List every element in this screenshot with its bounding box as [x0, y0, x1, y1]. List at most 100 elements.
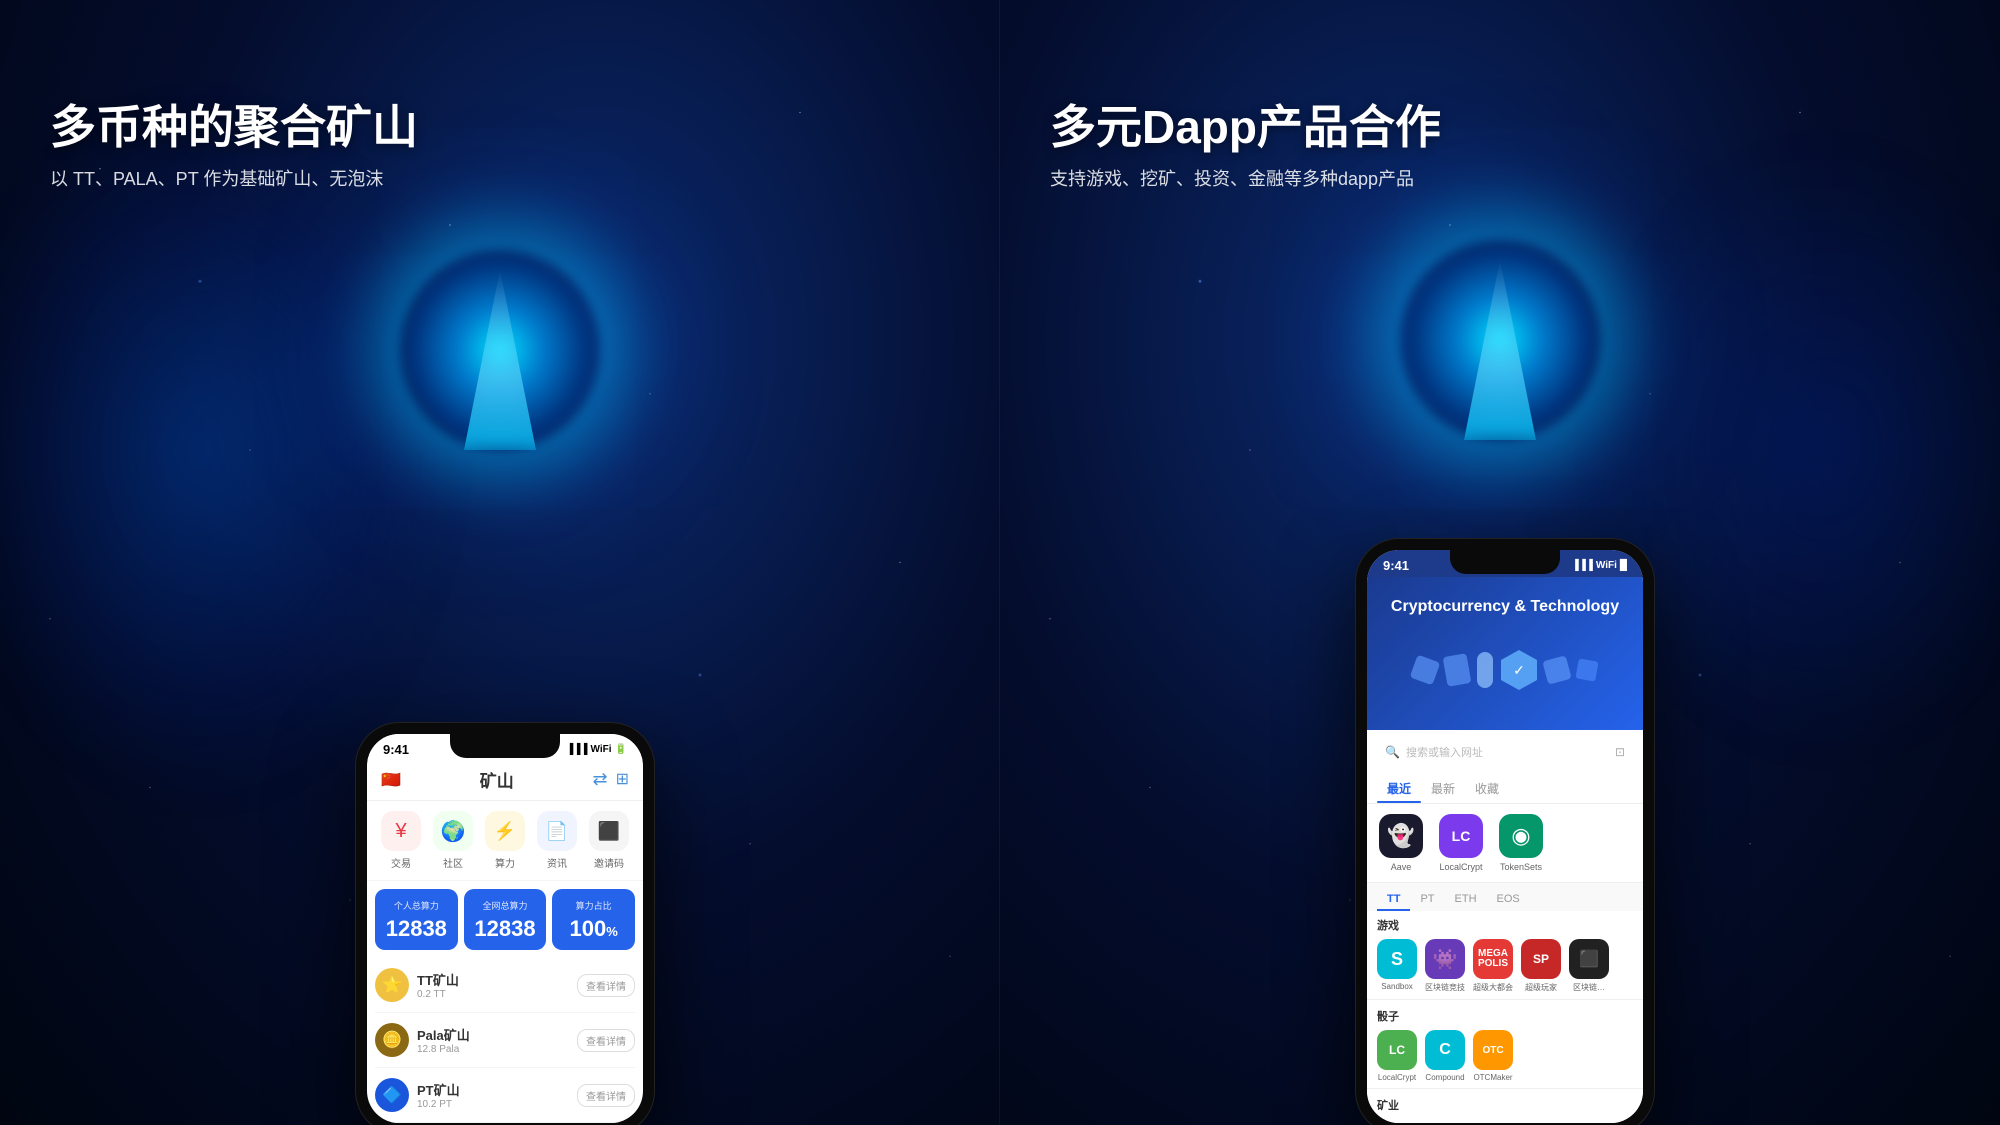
cube-mid-left: [1443, 653, 1472, 687]
app-megapolis[interactable]: MEGAPOLIS 超级大都会: [1473, 939, 1513, 993]
dapp-title: Cryptocurrency & Technology: [1381, 597, 1629, 618]
left-flame: [440, 270, 560, 450]
tokensets-icon: ◉: [1499, 814, 1543, 858]
app-otcmaker[interactable]: OTC OTCMaker: [1473, 1030, 1513, 1082]
tab-favorites[interactable]: 收藏: [1465, 774, 1509, 803]
mining-pt-left: 🔷 PT矿山 10.2 PT: [375, 1078, 460, 1112]
right-title-block: 多元Dapp产品合作 支持游戏、挖矿、投资、金融等多种dapp产品: [1050, 100, 1441, 191]
stats-grid: 个人总算力 12838 全网总算力 12838 算力占比 100%: [367, 881, 643, 958]
blockchain-other-label: 区块链…: [1573, 982, 1605, 993]
app-super-player[interactable]: SP 超级玩家: [1521, 939, 1561, 993]
tt-name: TT矿山: [417, 970, 459, 989]
dice-section: 骰子 LC LocalCrypt C Compound OTC OTCMaker: [1367, 999, 1643, 1088]
app-localcrypt2[interactable]: LC LocalCrypt: [1377, 1030, 1417, 1082]
menu-item-hashrate[interactable]: ⚡ 算力: [485, 811, 525, 870]
dice-label: 骰子: [1377, 1008, 1633, 1024]
app-compound[interactable]: C Compound: [1425, 1030, 1465, 1082]
cube-right: [1542, 655, 1571, 684]
right-phone-wrapper: 9:41 ▐▐▐ WiFi █ Cryptocurrency & Technol…: [1355, 538, 1645, 1125]
left-subtitle: 以 TT、PALA、PT 作为基础矿山、无泡沫: [50, 165, 418, 191]
right-panel: 多元Dapp产品合作 支持游戏、挖矿、投资、金融等多种dapp产品 9:41 ▐…: [1000, 0, 2000, 1125]
tab-recent[interactable]: 最近: [1377, 774, 1421, 803]
pala-amount: 12.8 Pala: [417, 1044, 470, 1055]
app-blockchain-other[interactable]: ⬛ 区块链…: [1569, 939, 1609, 993]
dice-row: LC LocalCrypt C Compound OTC OTCMaker: [1377, 1030, 1633, 1082]
pala-detail-btn[interactable]: 查看详情: [577, 1029, 635, 1052]
right-main-title: 多元Dapp产品合作: [1050, 100, 1441, 155]
invite-label: 邀请码: [594, 855, 624, 870]
dapp-illustration: ✓: [1381, 626, 1629, 706]
recent-localcrypt[interactable]: LC LocalCrypt: [1439, 814, 1483, 872]
qr-icon[interactable]: ⊡: [1615, 745, 1625, 759]
stat-ratio-value: 100%: [560, 918, 627, 940]
signal-icon: ▐▐▐: [566, 744, 587, 755]
shield: ✓: [1501, 650, 1537, 690]
recent-tokensets[interactable]: ◉ TokenSets: [1499, 814, 1543, 872]
figure: [1477, 652, 1493, 688]
stat-network-value: 12838: [472, 918, 539, 940]
app-sandbox[interactable]: S Sandbox: [1377, 939, 1417, 993]
cat-tt[interactable]: TT: [1377, 889, 1410, 911]
cat-eos[interactable]: EOS: [1487, 889, 1530, 911]
stat-ratio-label: 算力占比: [560, 899, 627, 912]
blockchain-game-label: 区块链竞技: [1425, 982, 1465, 993]
app-blockchain-game[interactable]: 👾 区块链竞技: [1425, 939, 1465, 993]
aave-icon: 👻: [1379, 814, 1423, 858]
grid-icon[interactable]: ⊞: [616, 769, 629, 790]
right-subtitle: 支持游戏、挖矿、投资、金融等多种dapp产品: [1050, 165, 1441, 191]
menu-item-trade[interactable]: ¥ 交易: [381, 811, 421, 870]
mining-list: ⭐ TT矿山 0.2 TT 查看详情 🪙 Pala矿山: [367, 958, 643, 1123]
dapp-nav-tabs: 最近 最新 收藏: [1367, 774, 1643, 804]
tab-latest[interactable]: 最新: [1421, 774, 1465, 803]
localcrypt2-label: LocalCrypt: [1378, 1073, 1416, 1082]
right-wifi-icon: WiFi: [1596, 560, 1617, 571]
search-placeholder-text: 搜索或输入网址: [1406, 744, 1609, 760]
tokensets-label: TokenSets: [1500, 862, 1542, 872]
tt-amount: 0.2 TT: [417, 989, 459, 1000]
pt-detail-btn[interactable]: 查看详情: [577, 1084, 635, 1107]
aave-label: Aave: [1391, 862, 1412, 872]
megapolis-icon: MEGAPOLIS: [1473, 939, 1513, 979]
left-notch: [450, 734, 560, 758]
flag-icon: 🇨🇳: [381, 770, 401, 790]
blockchain-game-icon: 👾: [1425, 939, 1465, 979]
dapp-search-bar[interactable]: 🔍 搜索或输入网址 ⊡: [1375, 738, 1635, 766]
cat-pt[interactable]: PT: [1410, 889, 1444, 911]
menu-item-community[interactable]: 🌍 社区: [433, 811, 473, 870]
search-icon: 🔍: [1385, 745, 1400, 759]
sandbox-label: Sandbox: [1381, 982, 1413, 991]
swap-icon[interactable]: ⇄: [592, 769, 607, 790]
menu-item-invite[interactable]: ⬛ 邀请码: [589, 811, 629, 870]
left-title-block: 多币种的聚合矿山 以 TT、PALA、PT 作为基础矿山、无泡沫: [50, 100, 418, 191]
tt-detail-btn[interactable]: 查看详情: [577, 974, 635, 997]
stat-personal-label: 个人总算力: [383, 899, 450, 912]
right-screen: 9:41 ▐▐▐ WiFi █ Cryptocurrency & Technol…: [1367, 550, 1643, 1123]
stat-network: 全网总算力 12838: [464, 889, 547, 950]
mining-nav: 🇨🇳 矿山 ⇄ ⊞: [367, 761, 643, 801]
community-icon: 🌍: [433, 811, 473, 851]
left-panel: 多币种的聚合矿山 以 TT、PALA、PT 作为基础矿山、无泡沫 9:41 ▐▐…: [0, 0, 1000, 1125]
cat-eth[interactable]: ETH: [1445, 889, 1487, 911]
otcmaker-icon: OTC: [1473, 1030, 1513, 1070]
games-section: 游戏 S Sandbox 👾 区块链竞技 MEGAPOLIS: [1367, 911, 1643, 999]
trade-label: 交易: [391, 855, 411, 870]
recent-aave[interactable]: 👻 Aave: [1379, 814, 1423, 872]
right-signal-icon: ▐▐▐: [1572, 560, 1593, 571]
tt-logo: ⭐: [375, 968, 409, 1002]
quick-menu: ¥ 交易 🌍 社区 ⚡ 算力: [367, 801, 643, 881]
localcrypt2-icon: LC: [1377, 1030, 1417, 1070]
super-player-icon: SP: [1521, 939, 1561, 979]
nav-action-icons[interactable]: ⇄ ⊞: [592, 769, 629, 790]
pt-logo: 🔷: [375, 1078, 409, 1112]
megapolis-label: 超级大都会: [1473, 982, 1513, 993]
blockchain-other-icon: ⬛: [1569, 939, 1609, 979]
pt-amount: 10.2 PT: [417, 1099, 460, 1110]
dapp-header: Cryptocurrency & Technology ✓: [1367, 577, 1643, 730]
pt-info: PT矿山 10.2 PT: [417, 1080, 460, 1110]
menu-item-news[interactable]: 📄 资讯: [537, 811, 577, 870]
left-screen: 9:41 ▐▐▐ WiFi 🔋 🇨🇳 矿山 ⇄ ⊞: [367, 734, 643, 1123]
left-planet: [360, 210, 640, 490]
right-battery-icon: █: [1620, 560, 1627, 571]
screen-title: 矿山: [480, 767, 514, 792]
battery-icon: 🔋: [615, 744, 627, 755]
